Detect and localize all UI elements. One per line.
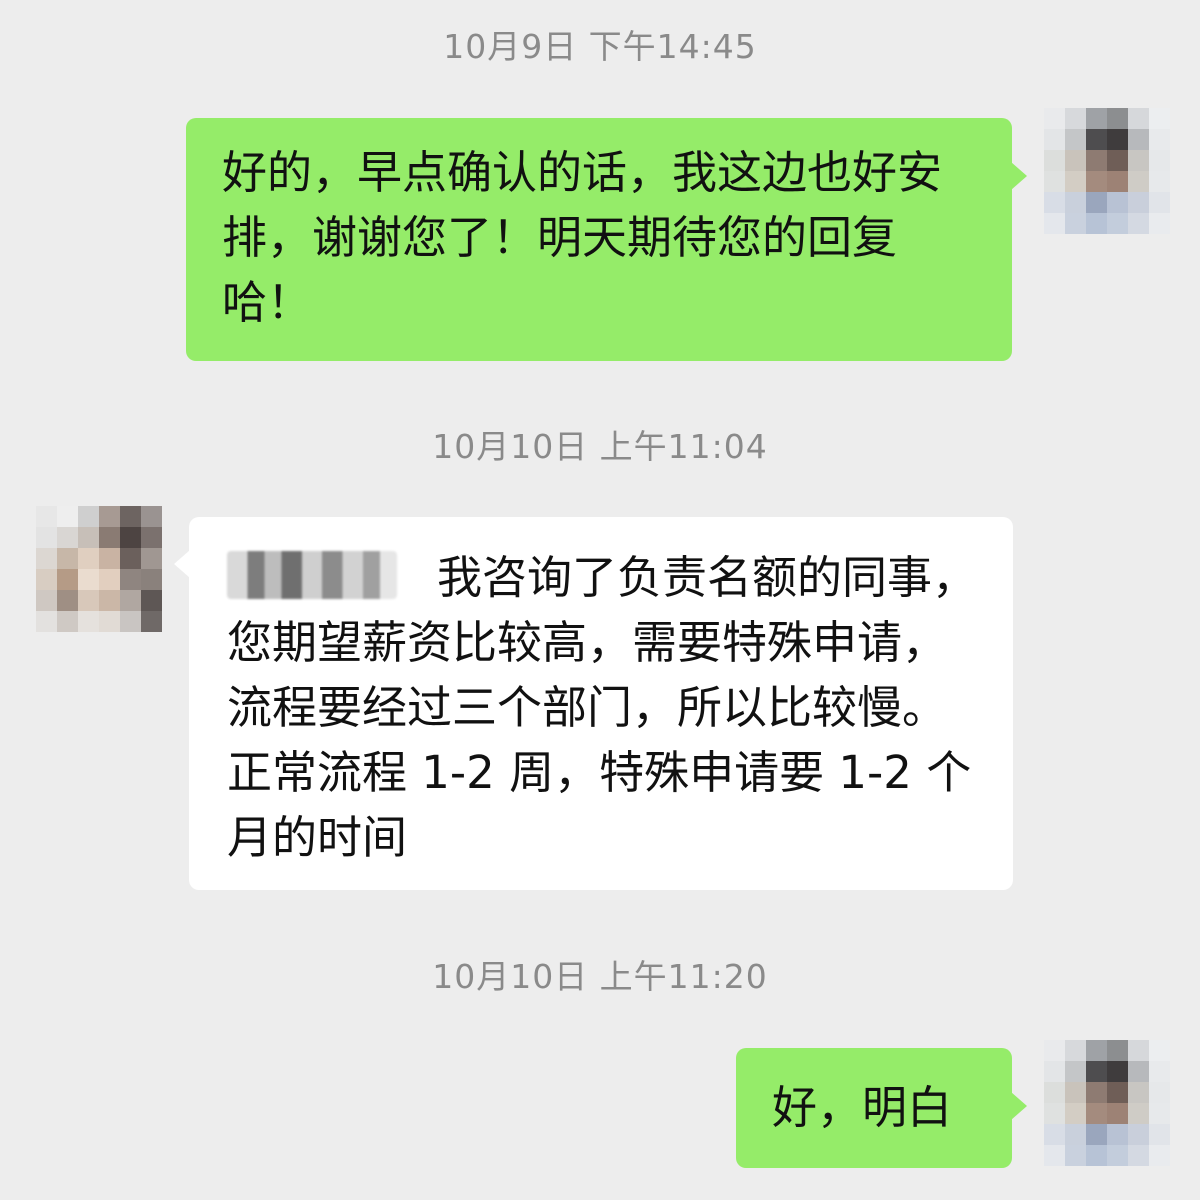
outgoing-message-bubble[interactable]: 好的，早点确认的话，我这边也好安排，谢谢您了！明天期待您的回复哈！ [186,118,1012,361]
message-text: 好的，早点确认的话，我这边也好安排，谢谢您了！明天期待您的回复哈！ [222,146,943,329]
message-timestamp: 10月10日 上午11:04 [432,427,768,466]
incoming-message-bubble[interactable]: 我咨询了负责名额的同事，您期望薪资比较高，需要特殊申请，流程要经过三个部门，所以… [189,517,1013,890]
message-text: 我咨询了负责名额的同事，您期望薪资比较高，需要特殊申请，流程要经过三个部门，所以… [227,545,979,870]
avatar-self-pixelated-icon[interactable] [1044,1040,1170,1166]
bubble-tail [1011,162,1027,190]
message-text: 好，明白 [772,1081,953,1134]
message-timestamp: 10月9日 下午14:45 [443,27,757,66]
message-timestamp: 10月10日 上午11:20 [432,957,768,996]
bubble-tail [174,550,190,578]
bubble-tail [1011,1092,1027,1120]
outgoing-message-bubble[interactable]: 好，明白 [736,1048,1012,1168]
avatar-self-pixelated-icon[interactable] [1044,108,1170,234]
blurred-mention [227,551,397,599]
chat-view: 10月9日 下午14:45 好的，早点确认的话，我这边也好安排，谢谢您了！明天期… [0,0,1200,1200]
avatar-contact-pixelated-icon[interactable] [36,506,162,632]
